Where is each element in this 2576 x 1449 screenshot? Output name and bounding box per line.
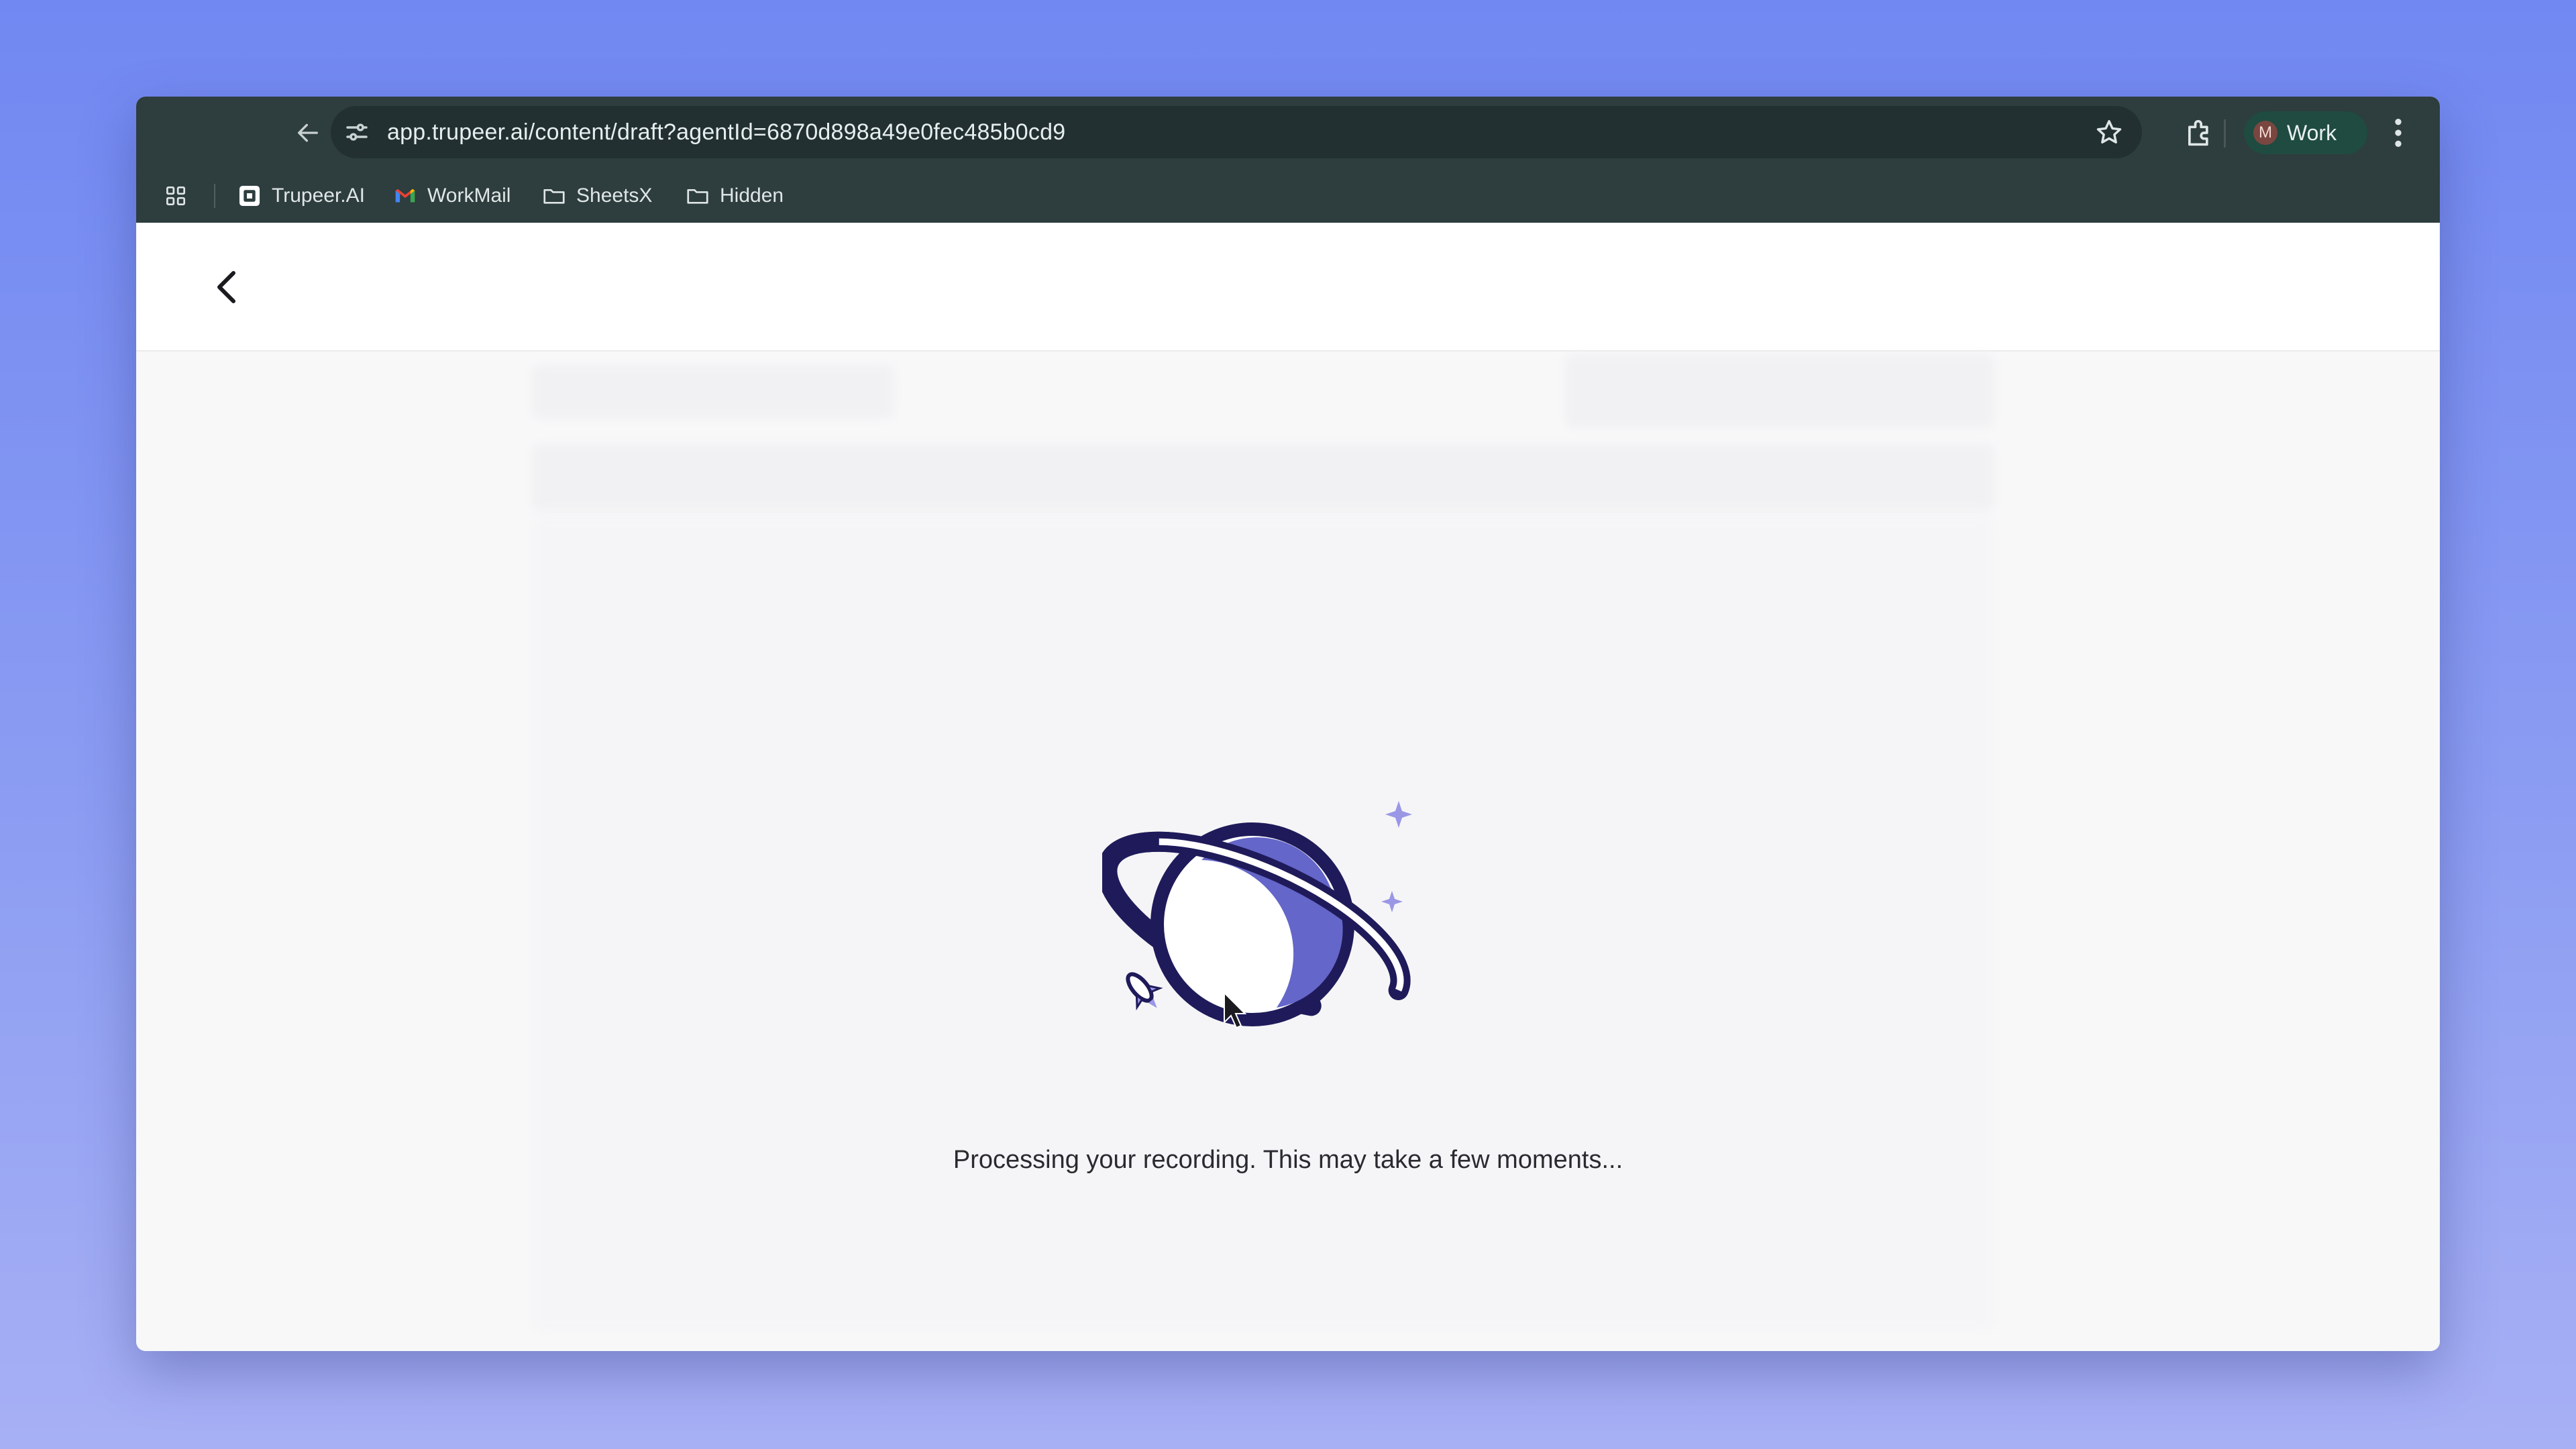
- planet-illustration: [1102, 801, 1412, 1029]
- bookmark-folder-sheetsx[interactable]: SheetsX: [541, 169, 652, 223]
- address-bar[interactable]: app.trupeer.ai/content/draft?agentId=687…: [331, 106, 2142, 158]
- bookmark-label: Hidden: [720, 184, 784, 207]
- blurred-title-placeholder: [532, 365, 894, 419]
- url-text[interactable]: app.trupeer.ai/content/draft?agentId=687…: [387, 106, 1065, 158]
- folder-icon: [687, 189, 708, 204]
- more-menu-icon[interactable]: [2383, 114, 2413, 152]
- bookmark-workmail[interactable]: WorkMail: [392, 169, 511, 223]
- bookmark-folder-hidden[interactable]: Hidden: [685, 169, 784, 223]
- bookmark-label: SheetsX: [576, 184, 653, 207]
- browser-window: app.trupeer.ai/content/draft?agentId=687…: [136, 97, 2440, 1351]
- page-content: Processing your recording. This may take…: [136, 223, 2440, 1351]
- trupeer-logo-icon: [239, 185, 260, 207]
- chevron-left-icon[interactable]: [203, 263, 252, 311]
- apps-grid-icon: [166, 186, 186, 206]
- processing-status-text: Processing your recording. This may take…: [953, 1146, 1623, 1174]
- folder-icon: [543, 189, 565, 204]
- bookmarks-bar: Trupeer.AI WorkMail SheetsX Hidden: [136, 169, 2440, 223]
- page-header: [136, 223, 2440, 352]
- profile-chip[interactable]: M Work: [2244, 111, 2367, 154]
- site-settings-icon[interactable]: [343, 118, 371, 146]
- bookmarks-divider: [214, 184, 215, 208]
- browser-toolbar: app.trupeer.ai/content/draft?agentId=687…: [136, 97, 2440, 169]
- extensions-puzzle-icon[interactable]: [2182, 115, 2217, 150]
- browser-chrome: app.trupeer.ai/content/draft?agentId=687…: [136, 97, 2440, 223]
- bookmark-trupeer[interactable]: Trupeer.AI: [237, 169, 365, 223]
- profile-name: Work: [2287, 121, 2337, 145]
- blurred-toolbar-placeholder: [1565, 354, 1994, 428]
- bookmark-label: WorkMail: [427, 184, 511, 207]
- blurred-tabs-placeholder: [532, 444, 1994, 511]
- apps-button[interactable]: [163, 169, 189, 223]
- bookmark-label: Trupeer.AI: [272, 184, 365, 207]
- back-nav-button[interactable]: [288, 113, 328, 153]
- bookmark-star-icon[interactable]: [2094, 117, 2125, 148]
- arrow-left-icon: [298, 123, 318, 142]
- profile-avatar: M: [2253, 121, 2277, 145]
- gmail-icon: [395, 189, 415, 203]
- toolbar-divider: [2224, 119, 2226, 148]
